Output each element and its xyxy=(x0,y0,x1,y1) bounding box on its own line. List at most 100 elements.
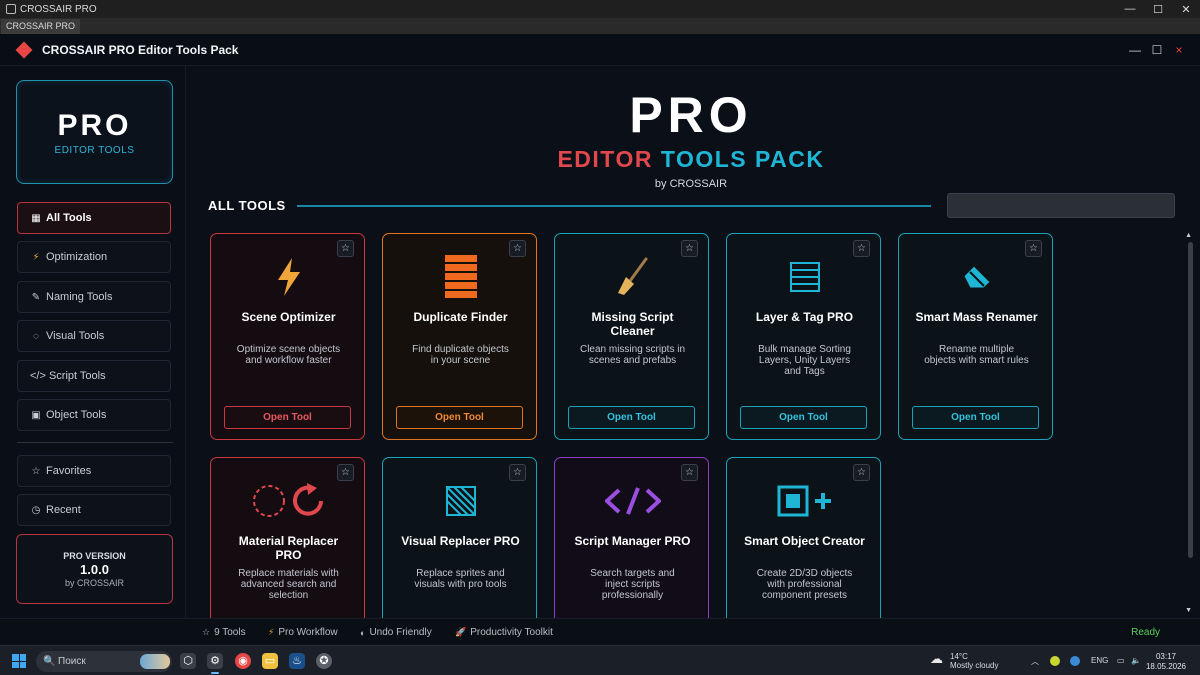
layers-list-icon xyxy=(727,252,880,302)
scrollbar-thumb[interactable] xyxy=(1188,242,1193,558)
tool-title: Script Manager PRO xyxy=(574,534,691,548)
tool-description: Clean missing scripts in scenes and pref… xyxy=(579,344,686,366)
open-tool-button[interactable]: Open Tool xyxy=(740,406,867,429)
tool-card-missing-script-cleaner[interactable]: ☆ Missing Script Cleaner Clean missing s… xyxy=(554,233,709,440)
app-header: CROSSAIR PRO Editor Tools Pack — ☐ × xyxy=(0,34,1200,66)
status-tool-count: ☆ 9 Tools xyxy=(202,627,246,638)
hero-word-editor: EDITOR xyxy=(557,146,653,172)
cloud-icon: ☁ xyxy=(930,651,943,666)
volume-icon[interactable]: 🔈 xyxy=(1131,656,1141,665)
tool-card-duplicate-finder[interactable]: ☆ Duplicate Finder Find duplicate object… xyxy=(382,233,537,440)
sidebar-item-naming-tools[interactable]: ✎ Naming Tools xyxy=(17,281,171,313)
sidebar-item-script-tools[interactable]: </> Script Tools xyxy=(17,360,171,392)
network-icon[interactable]: ▭ xyxy=(1117,656,1125,665)
tool-description: Optimize scene objects and workflow fast… xyxy=(236,344,341,366)
tool-description: Bulk manage Sorting Layers, Unity Layers… xyxy=(758,344,851,377)
status-bar: ☆ 9 Tools ⚡ Pro Workflow ◐ Undo Friendly… xyxy=(0,618,1200,645)
tool-card-material-replacer-pro[interactable]: ☆ Material Replacer PRO Replace material… xyxy=(210,457,365,618)
scroll-up-arrow-icon[interactable]: ▲ xyxy=(1185,232,1192,239)
minimize-button[interactable]: — xyxy=(1128,43,1142,57)
weather-widget[interactable]: ☁ 14°C Mostly cloudy xyxy=(930,652,998,670)
tool-card-smart-mass-renamer[interactable]: ☆ Smart Mass Renamer Rename multiple obj… xyxy=(898,233,1053,440)
version-number: 1.0.0 xyxy=(80,562,109,577)
maximize-button[interactable]: ☐ xyxy=(1150,43,1164,57)
circle-icon: ◌ xyxy=(33,330,39,342)
sidebar-item-favorites[interactable]: ☆ Favorites xyxy=(17,455,171,487)
star-icon: ☆ xyxy=(202,627,211,637)
open-tool-button[interactable]: Open Tool xyxy=(396,406,523,429)
tool-card-script-manager-pro[interactable]: ☆ Script Manager PRO Search targets and … xyxy=(554,457,709,618)
taskbar-search[interactable]: 🔍 Поиск xyxy=(36,651,172,672)
sidebar-item-recent[interactable]: ◷ Recent xyxy=(17,494,171,526)
clock[interactable]: 03:17 18.05.2026 xyxy=(1146,652,1186,672)
pencil-icon: ✎ xyxy=(31,291,41,303)
scroll-down-arrow-icon[interactable]: ▼ xyxy=(1185,607,1192,614)
tool-card-scene-optimizer[interactable]: ☆ Scene Optimizer Optimize scene objects… xyxy=(210,233,365,440)
clock-time: 03:17 xyxy=(1155,652,1176,661)
version-author: by CROSSAIR xyxy=(64,578,124,588)
tool-description: Find duplicate objects in your scene xyxy=(412,344,509,366)
tool-title: Missing Script Cleaner xyxy=(591,310,674,338)
close-button[interactable]: × xyxy=(1172,43,1186,57)
sidebar-item-all-tools[interactable]: ▦ All Tools xyxy=(17,202,171,234)
os-close-button[interactable]: ✕ xyxy=(1172,3,1200,16)
tool-title: Material Replacer PRO xyxy=(238,534,339,562)
tool-card-layer-tag-pro[interactable]: ☆ Layer & Tag PRO Bulk manage Sorting La… xyxy=(726,233,881,440)
tool-card-visual-replacer-pro[interactable]: ☆ Visual Replacer PRO Replace sprites an… xyxy=(382,457,537,618)
lightning-icon: ⚡ xyxy=(268,627,275,637)
diamond-logo-icon xyxy=(15,41,33,58)
brand-card: PRO EDITOR TOOLS xyxy=(16,80,173,184)
sidebar-item-optimization[interactable]: ⚡ Optimization xyxy=(17,241,171,273)
section-divider xyxy=(297,205,931,207)
stack-icon xyxy=(383,252,536,302)
sidebar-item-object-tools[interactable]: ▣ Object Tools xyxy=(17,399,171,431)
tool-description: Replace sprites and visuals with pro too… xyxy=(414,568,507,590)
shield-icon: ◐ xyxy=(360,627,366,638)
sidebar-divider xyxy=(17,442,173,443)
os-tab[interactable]: CROSSAIR PRO xyxy=(1,19,81,34)
add-object-icon xyxy=(727,476,880,526)
lightning-icon: ⚡ xyxy=(32,251,40,263)
hero-word-tools: TOOLS xyxy=(660,146,748,172)
section-title: ALL TOOLS xyxy=(208,198,286,213)
main-content: PRO EDITOR TOOLS PACK by CROSSAIR ALL TO… xyxy=(186,66,1200,618)
tray-app-icon[interactable] xyxy=(1050,656,1060,666)
file-explorer-icon[interactable]: ▭ xyxy=(262,653,278,669)
unity-hub-icon[interactable]: ⬡ xyxy=(180,653,196,669)
tray-security-icon[interactable] xyxy=(1070,656,1080,666)
open-tool-button[interactable]: Open Tool xyxy=(912,406,1039,429)
brand-subtitle: EDITOR TOOLS xyxy=(54,145,135,156)
clock-icon: ◷ xyxy=(31,504,41,516)
os-title-bar: CROSSAIR PRO — ☐ ✕ xyxy=(0,0,1200,18)
tool-title: Scene Optimizer xyxy=(241,310,336,324)
sidebar-item-visual-tools[interactable]: ◌ Visual Tools xyxy=(17,320,171,352)
os-maximize-button[interactable]: ☐ xyxy=(1144,3,1172,16)
taskbar: 🔍 Поиск ⬡ ⚙ ◉ ▭ ♨ ✪ ☁ 14°C Mostly cloudy… xyxy=(0,645,1200,675)
weather-temp: 14°C xyxy=(950,652,968,661)
search-input[interactable] xyxy=(947,193,1175,218)
square-icon: ▣ xyxy=(31,409,41,421)
open-tool-button[interactable]: Open Tool xyxy=(568,406,695,429)
chevron-up-icon[interactable]: ︿ xyxy=(1031,656,1039,667)
steam-icon[interactable]: ♨ xyxy=(289,653,305,669)
chrome-icon[interactable]: ◉ xyxy=(235,653,251,669)
language-indicator[interactable]: ENG xyxy=(1091,656,1108,665)
tool-description: Replace materials with advanced search a… xyxy=(238,568,339,601)
open-tool-button[interactable]: Open Tool xyxy=(224,406,351,429)
os-window-title: CROSSAIR PRO xyxy=(20,3,97,15)
status-label: Undo Friendly xyxy=(369,627,432,638)
os-minimize-button[interactable]: — xyxy=(1116,3,1144,16)
status-label: 9 Tools xyxy=(214,627,246,638)
windows-start-icon[interactable] xyxy=(12,654,26,668)
hero-word-pack: PACK xyxy=(755,146,825,172)
clock-date: 18.05.2026 xyxy=(1145,662,1186,671)
tool-title: Visual Replacer PRO xyxy=(401,534,520,548)
hero-byline: by CROSSAIR xyxy=(654,178,728,190)
status-label: Pro Workflow xyxy=(278,627,338,638)
status-undo-friendly: ◐ Undo Friendly xyxy=(360,627,432,638)
unity-editor-icon[interactable]: ⚙ xyxy=(207,653,223,674)
status-productivity: 🚀 Productivity Toolkit xyxy=(455,627,553,638)
tool-card-smart-object-creator[interactable]: ☆ Smart Object Creator Create 2D/3D obje… xyxy=(726,457,881,618)
app-icon[interactable]: ✪ xyxy=(316,653,332,669)
code-brackets-icon xyxy=(555,476,708,526)
